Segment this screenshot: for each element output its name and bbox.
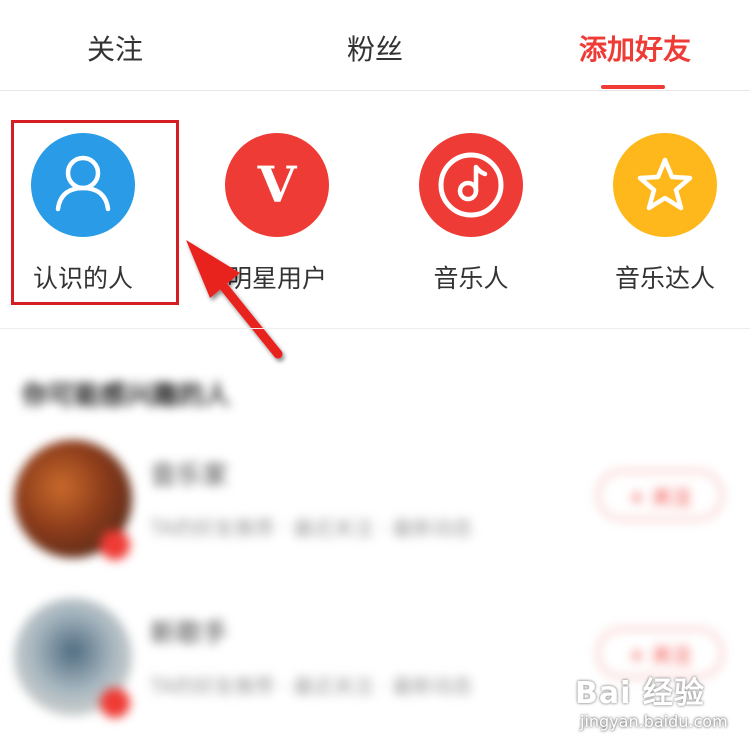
watermark-text: Bai 经验 (575, 676, 705, 711)
baidu-jingyan-watermark: Bai 经验 jingyan.baidu.com (575, 668, 750, 748)
badge-icon (100, 530, 130, 560)
category-label: 音乐人 (433, 264, 509, 293)
watermark-url: jingyan.baidu.com (580, 712, 728, 731)
v-letter-icon: V (225, 133, 329, 237)
category-music-experts[interactable]: 音乐达人 (605, 133, 725, 295)
tab-following[interactable]: 关注 (55, 30, 175, 70)
star-icon (613, 133, 717, 237)
svg-text:V: V (257, 155, 298, 214)
tab-add-friends[interactable]: 添加好友 (555, 30, 715, 70)
user-description: TA的好友推荐 · 最近关注 · 最新动态 (150, 516, 473, 540)
category-musicians[interactable]: 音乐人 (411, 133, 531, 295)
active-tab-indicator (601, 85, 665, 89)
follow-button[interactable]: + 关注 (597, 470, 723, 520)
user-description: TA的好友推荐 · 最近关注 · 最新动态 (150, 674, 473, 698)
category-label: 音乐达人 (614, 264, 715, 293)
tab-fans[interactable]: 粉丝 (315, 30, 435, 70)
badge-icon (100, 688, 130, 718)
category-star-users[interactable]: V 明星用户 (217, 133, 337, 295)
music-note-icon (419, 133, 523, 237)
tab-bar: 关注 粉丝 添加好友 (0, 0, 750, 91)
highlight-box (11, 120, 179, 305)
suggestions-title: 你可能感兴趣的人 (22, 381, 231, 411)
list-item[interactable]: 音乐家 TA的好友推荐 · 最近关注 · 最新动态 + 关注 (0, 440, 750, 570)
user-name: 音乐家 (150, 461, 229, 491)
category-label: 明星用户 (226, 264, 327, 293)
user-name: 新歌手 (150, 619, 229, 649)
section-divider (0, 328, 750, 329)
